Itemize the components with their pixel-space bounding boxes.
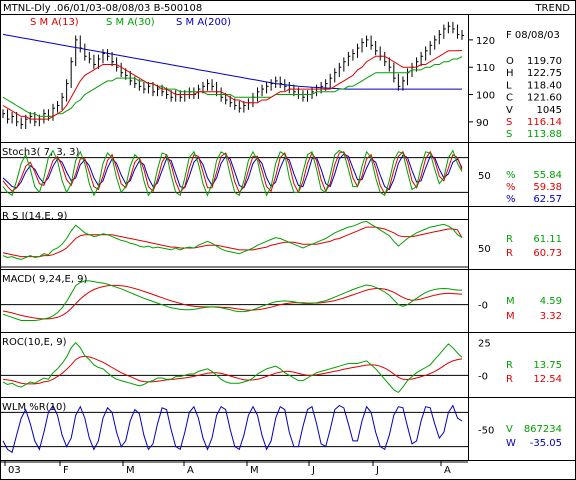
legend-key: O — [506, 56, 514, 67]
price-panel: 120 110 100 90 O 119.70 H 122.75 L 118.40 C 121.60 V… — [2, 21, 562, 140]
y-tick-label: 50 — [478, 171, 491, 182]
legend-key: R — [506, 360, 513, 371]
wlm_pct_r-label: WLM %R(10) — [2, 402, 66, 413]
y-tick-label: -50 — [478, 426, 494, 437]
legend-key: W — [506, 438, 516, 449]
stock-chart: MTNL-Dly .06/01/03-08/08/03 B-500108 TRE… — [0, 0, 576, 480]
legend-key: % — [506, 170, 516, 181]
legend-value: 116.14 — [527, 117, 562, 128]
roc-roc-line — [2, 341, 463, 394]
legend-value: 61.11 — [533, 234, 562, 245]
y-tick-label: -0 — [478, 301, 488, 312]
legend-key: V — [506, 424, 513, 435]
wlm_pct_r-panel: WLM %R(10) -50 V 867234 W -35.05 — [0, 402, 562, 454]
legend-key: L — [506, 80, 512, 91]
legend-sma200: S M A(200) — [176, 17, 231, 28]
legend-value: 55.84 — [533, 170, 562, 181]
legend-value: 60.73 — [533, 248, 562, 259]
legend-value: 1045 — [537, 105, 562, 116]
y-tick-label: 50 — [478, 244, 491, 255]
x-tick-label: F — [63, 465, 69, 476]
x-tick-label: M — [126, 465, 135, 476]
x-tick-label: J — [375, 465, 379, 476]
stochastic-label: Stoch3( 7, 3, 3) — [2, 147, 79, 158]
legend-sma13: S M A(13) — [30, 17, 79, 28]
macd-macd-line — [2, 280, 462, 321]
rsi-label: R S I(14,E, 9) — [2, 211, 67, 222]
trend-label: TREND — [534, 3, 570, 14]
macd-signal-line — [2, 284, 463, 320]
rsi-panel: R S I(14,E, 9) 50 R 61.11 R 60.73 — [0, 211, 562, 268]
legend-key: S — [506, 129, 512, 140]
sma13-line — [2, 49, 463, 120]
legend-value: 3.32 — [540, 311, 562, 322]
legend-key: H — [506, 68, 514, 79]
legend-value: 121.60 — [527, 93, 562, 104]
roc-label: ROC(10,E, 9) — [2, 337, 67, 348]
chart-date: F 08/08/03 — [506, 30, 560, 41]
legend-key: R — [506, 234, 513, 245]
stochastic-panel: Stoch3( 7, 3, 3) 50% 55.84% 59.38% 62.57 — [0, 147, 562, 205]
legend-value: 119.70 — [527, 56, 562, 67]
legend-key: % — [506, 182, 516, 193]
macd-label: MACD( 9,24,E, 9) — [2, 274, 88, 285]
legend-key: M — [506, 311, 515, 322]
y-tick-label: 90 — [476, 118, 489, 129]
x-tick-label: A — [444, 465, 451, 476]
legend-key: % — [506, 194, 516, 205]
legend-value: 13.75 — [533, 360, 562, 371]
y-tick-label: 25 — [478, 339, 491, 350]
legend-value: -35.05 — [530, 438, 562, 449]
x-tick-label: M — [250, 465, 259, 476]
roc-panel: ROC(10,E, 9) 25 -0 R 13.75 R 12.54 — [0, 337, 562, 394]
legend-value: 122.75 — [527, 68, 562, 79]
chart-title: MTNL-Dly .06/01/03-08/08/03 B-500108 — [3, 3, 202, 14]
x-tick-label: A — [187, 465, 194, 476]
rsi-rsi-line — [2, 220, 463, 260]
legend-value: 62.57 — [533, 194, 562, 205]
y-tick-label: 100 — [476, 91, 495, 102]
y-tick-label: 110 — [476, 63, 495, 74]
legend-value: 59.38 — [533, 182, 562, 193]
y-tick-label: 120 — [476, 36, 495, 47]
legend-value: 867234 — [524, 424, 562, 435]
y-tick-label: -0 — [478, 371, 488, 382]
macd-panel: MACD( 9,24,E, 9) -0 M 4.59 M 3.32 — [0, 274, 562, 322]
legend-key: S — [506, 117, 512, 128]
legend-key: V — [506, 105, 513, 116]
x-tick-label: 03 — [8, 465, 21, 476]
legend-key: R — [506, 248, 513, 259]
legend-key: R — [506, 374, 513, 385]
legend-key: M — [506, 296, 515, 307]
x-tick-label: J — [311, 465, 315, 476]
legend-sma30: S M A(30) — [106, 17, 155, 28]
legend-key: C — [506, 93, 513, 104]
legend-value: 118.40 — [527, 80, 562, 91]
legend-value: 113.88 — [527, 129, 562, 140]
legend-value: 12.54 — [533, 374, 562, 385]
roc-signal-line — [2, 355, 463, 385]
legend-value: 4.59 — [540, 296, 562, 307]
sma30-line — [2, 56, 463, 117]
